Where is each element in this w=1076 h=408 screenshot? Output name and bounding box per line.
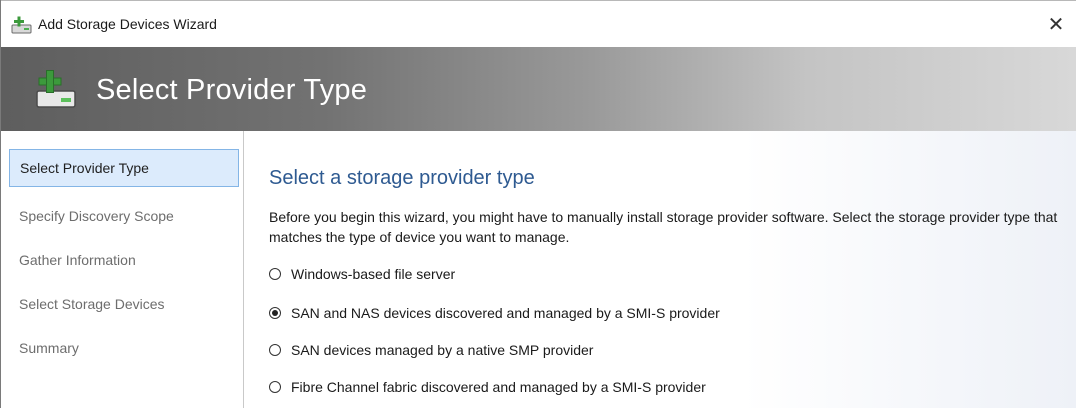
add-storage-icon — [11, 16, 32, 34]
close-icon: ✕ — [1047, 13, 1065, 36]
radio-button[interactable] — [269, 344, 281, 356]
wizard-steps-nav: Select Provider Type Specify Discovery S… — [1, 131, 244, 408]
window-title: Add Storage Devices Wizard — [38, 16, 217, 32]
radio-option-windows-file-server[interactable]: Windows-based file server — [269, 263, 455, 285]
wizard-content: Select a storage provider type Before yo… — [244, 131, 1076, 408]
wizard-banner: Select Provider Type — [1, 47, 1076, 131]
page-title: Select Provider Type — [96, 74, 368, 106]
nav-step-label: Select Provider Type — [20, 160, 149, 176]
radio-label: SAN and NAS devices discovered and manag… — [291, 305, 720, 321]
radio-label: SAN devices managed by a native SMP prov… — [291, 342, 594, 358]
radio-option-san-smp[interactable]: SAN devices managed by a native SMP prov… — [269, 339, 593, 361]
section-heading: Select a storage provider type — [269, 167, 535, 189]
radio-button[interactable] — [269, 381, 281, 393]
nav-step-label: Select Storage Devices — [19, 296, 165, 312]
nav-step-select-provider-type[interactable]: Select Provider Type — [9, 149, 239, 187]
radio-button[interactable] — [269, 268, 281, 280]
nav-step-gather-information[interactable]: Gather Information — [9, 241, 239, 279]
radio-option-san-nas-smis[interactable]: SAN and NAS devices discovered and manag… — [269, 302, 720, 324]
radio-label: Fibre Channel fabric discovered and mana… — [291, 379, 706, 395]
radio-label: Windows-based file server — [291, 266, 456, 282]
nav-step-label: Specify Discovery Scope — [19, 208, 174, 224]
section-description: Before you begin this wizard, you might … — [269, 209, 1058, 245]
add-storage-icon — [36, 70, 76, 108]
radio-option-fibre-channel-smis[interactable]: Fibre Channel fabric discovered and mana… — [269, 376, 706, 398]
radio-button-selected[interactable] — [269, 307, 281, 319]
nav-step-label: Gather Information — [19, 252, 136, 268]
nav-step-summary[interactable]: Summary — [9, 329, 239, 367]
nav-step-specify-discovery-scope[interactable]: Specify Discovery Scope — [9, 197, 239, 235]
nav-step-select-storage-devices[interactable]: Select Storage Devices — [9, 285, 239, 323]
close-button[interactable]: ✕ — [1036, 1, 1076, 47]
wizard-window: Add Storage Devices Wizard ✕ Select Prov… — [0, 0, 1076, 408]
nav-step-label: Summary — [19, 340, 79, 356]
title-bar: Add Storage Devices Wizard ✕ — [1, 0, 1076, 47]
